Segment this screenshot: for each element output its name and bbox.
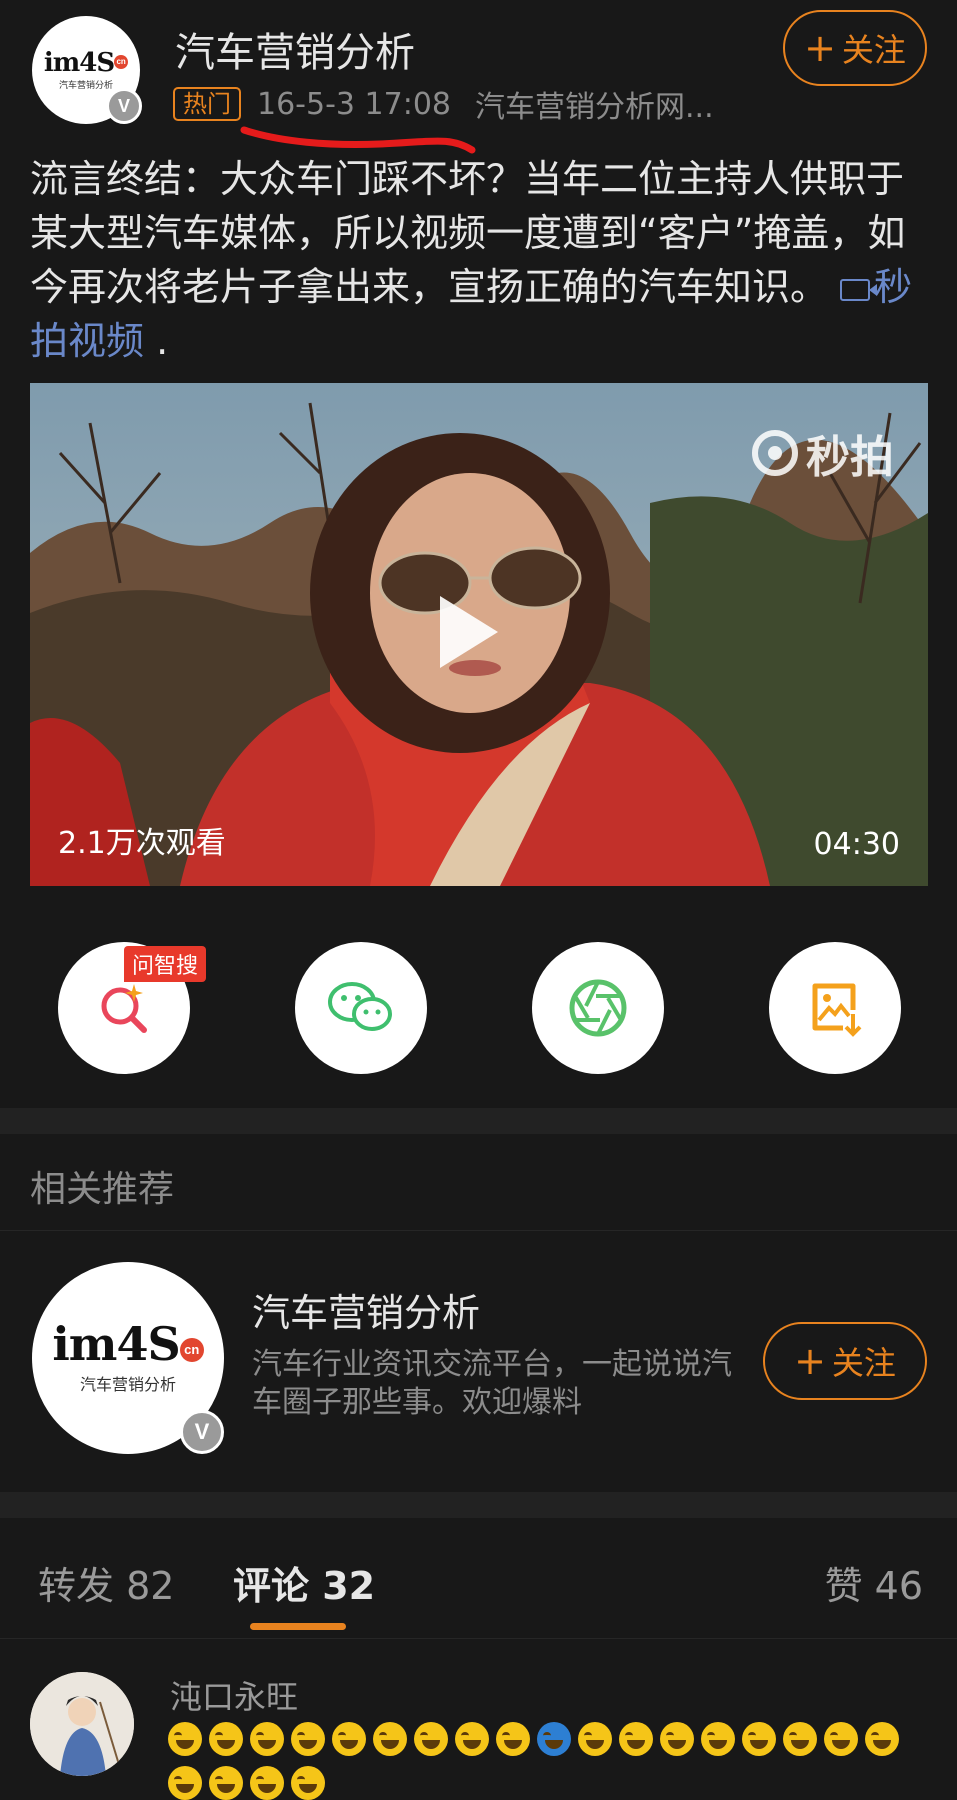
laugh-cry-emoji-icon: [865, 1722, 899, 1756]
related-section-title: 相关推荐: [30, 1169, 175, 1210]
laugh-cry-emoji-icon: [578, 1722, 612, 1756]
laugh-cry-emoji-icon: [168, 1722, 202, 1756]
post-meta: 热门 16-5-3 17:08 汽车营销分析网...: [173, 82, 714, 126]
logo-subtitle: 汽车营销分析: [79, 1375, 176, 1394]
laugh-cry-emoji-icon: [455, 1722, 489, 1756]
post-trailing: .: [144, 319, 169, 363]
laugh-cry-emoji-icon: [496, 1722, 530, 1756]
play-icon[interactable]: [440, 596, 498, 668]
laugh-cry-emoji-icon: [332, 1722, 366, 1756]
laugh-cry-emoji-icon: [619, 1722, 653, 1756]
save-image-button[interactable]: [769, 942, 901, 1074]
comment-emoji-row-2: [168, 1766, 332, 1800]
laugh-cry-emoji-icon: [824, 1722, 858, 1756]
author-name[interactable]: 汽车营销分析: [175, 20, 415, 78]
video-duration: 04:30: [813, 827, 900, 862]
laugh-cry-emoji-icon: [250, 1766, 284, 1800]
active-tab-indicator: [250, 1623, 346, 1630]
video-player[interactable]: 秒拍 2.1万次观看 04:30: [30, 383, 928, 886]
logo-cn-badge: cn: [179, 1337, 204, 1362]
follow-label: 关注: [841, 31, 906, 69]
verified-badge-icon: V: [106, 88, 142, 124]
tab-repost[interactable]: 转发 82: [38, 1555, 174, 1610]
miaopai-logo-icon: [752, 430, 798, 476]
related-account-name[interactable]: 汽车营销分析: [252, 1282, 480, 1337]
divider: [0, 1638, 957, 1639]
logo-text: im4S: [52, 1317, 180, 1371]
follow-button[interactable]: + 关注: [783, 10, 927, 86]
section-divider: [0, 1108, 957, 1134]
laugh-cry-emoji-icon: [701, 1722, 735, 1756]
share-moments-button[interactable]: [532, 942, 664, 1074]
logo-cn-badge: cn: [114, 55, 129, 70]
laugh-cry-emoji-icon: [373, 1722, 407, 1756]
post-source[interactable]: 汽车营销分析网...: [475, 82, 714, 126]
section-divider: [0, 1492, 957, 1518]
logo-subtitle: 汽车营销分析: [58, 80, 113, 91]
follow-label: 关注: [831, 1344, 896, 1382]
laugh-cry-emoji-icon: [209, 1766, 243, 1800]
post-body: 流言终结：大众车门踩不坏？当年二位主持人供职于某大型汽车媒体，所以视频一度遭到“…: [30, 157, 906, 309]
post-timestamp: 16-5-3 17:08: [257, 86, 451, 122]
post-text: 流言终结：大众车门踩不坏？当年二位主持人供职于某大型汽车媒体，所以视频一度遭到“…: [30, 152, 935, 368]
related-follow-button[interactable]: + 关注: [763, 1322, 927, 1400]
plus-icon: +: [804, 26, 836, 70]
share-wechat-button[interactable]: [295, 942, 427, 1074]
commenter-avatar[interactable]: [30, 1672, 134, 1776]
save-image-icon: [812, 983, 862, 1037]
video-camera-icon: [840, 278, 878, 301]
commenter-name[interactable]: 沌口永旺: [170, 1672, 298, 1718]
laugh-cry-emoji-icon: [660, 1722, 694, 1756]
laugh-cry-emoji-icon: [250, 1722, 284, 1756]
laugh-cry-emoji-icon: [291, 1766, 325, 1800]
miaopai-watermark: 秒拍: [752, 421, 894, 485]
tab-like[interactable]: 赞 46: [825, 1555, 923, 1610]
comment-emoji-row: [168, 1722, 906, 1756]
wechat-icon: [328, 982, 392, 1031]
laugh-cry-emoji-icon: [168, 1766, 202, 1800]
verified-badge-icon: V: [180, 1410, 224, 1454]
laugh-cry-emoji-icon: [291, 1722, 325, 1756]
laugh-cry-emoji-icon: [742, 1722, 776, 1756]
search-sparkle-icon: [101, 984, 147, 1033]
divider: [0, 1230, 957, 1231]
red-underline-annotation: [240, 126, 476, 154]
logo-text: im4S: [43, 47, 115, 78]
hot-badge: 热门: [173, 87, 241, 121]
ask-search-tag: 问智搜: [124, 946, 207, 982]
watermark-text: 秒拍: [806, 432, 894, 483]
tab-comment[interactable]: 评论 32: [233, 1555, 375, 1610]
view-count: 2.1万次观看: [58, 826, 226, 861]
related-account-desc: 汽车行业资讯交流平台，一起说说汽车圈子那些事。欢迎爆料: [252, 1347, 732, 1420]
laugh-cry-emoji-icon: [783, 1722, 817, 1756]
post-header: im4S cn 汽车营销分析 V 汽车营销分析 热门 16-5-3 17:08 汽…: [0, 0, 957, 154]
laugh-cry-emoji-icon: [414, 1722, 448, 1756]
commenter-avatar-image: [30, 1672, 134, 1776]
doraemon-emoji-icon: [537, 1722, 571, 1756]
plus-icon: +: [794, 1339, 826, 1383]
laugh-cry-emoji-icon: [209, 1722, 243, 1756]
moments-shutter-icon: [569, 979, 627, 1037]
